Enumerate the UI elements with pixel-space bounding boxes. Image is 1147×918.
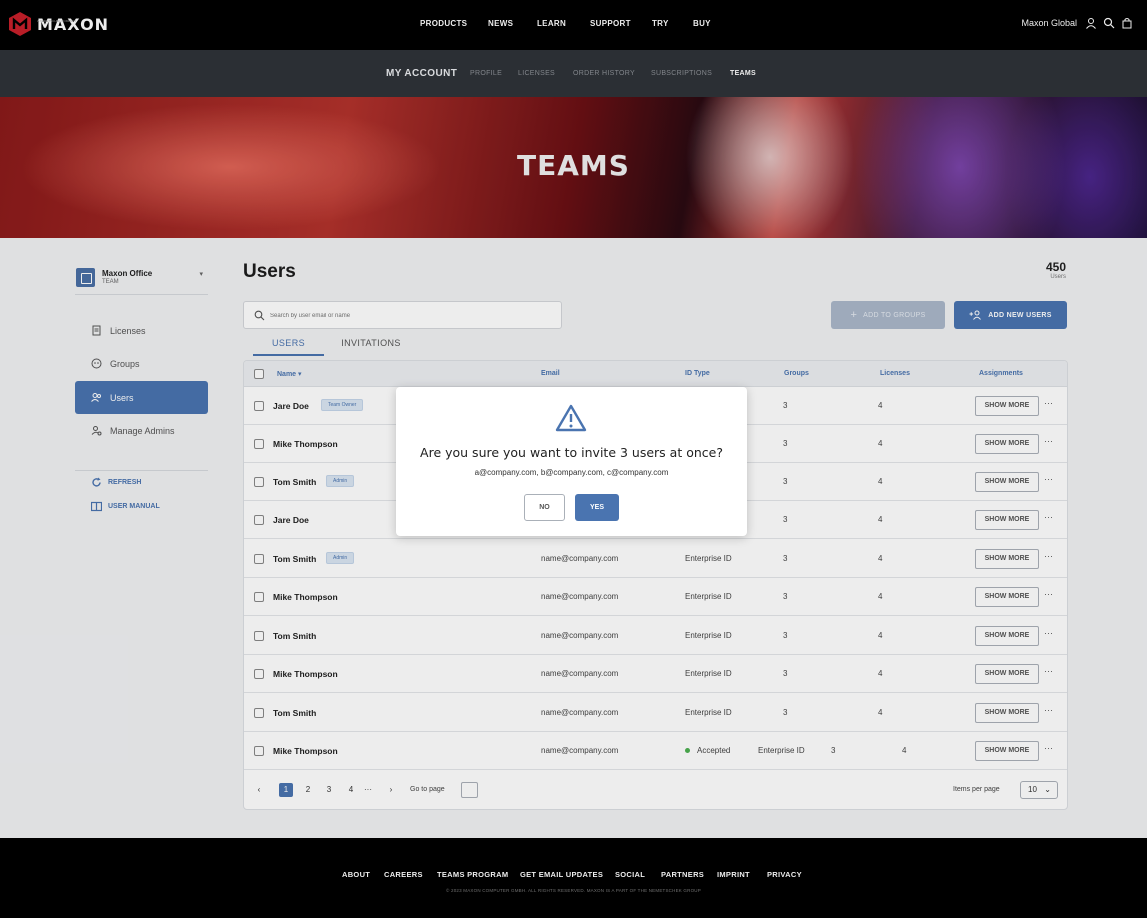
dialog-emails: a@company.com, b@company.com, c@company.… (474, 468, 669, 477)
yes-button[interactable]: YES (575, 494, 619, 521)
dialog-title: Are you sure you want to invite 3 users … (420, 445, 723, 460)
confirm-invite-dialog: Are you sure you want to invite 3 users … (396, 387, 747, 536)
warning-icon (555, 404, 587, 432)
no-button[interactable]: NO (524, 494, 565, 521)
